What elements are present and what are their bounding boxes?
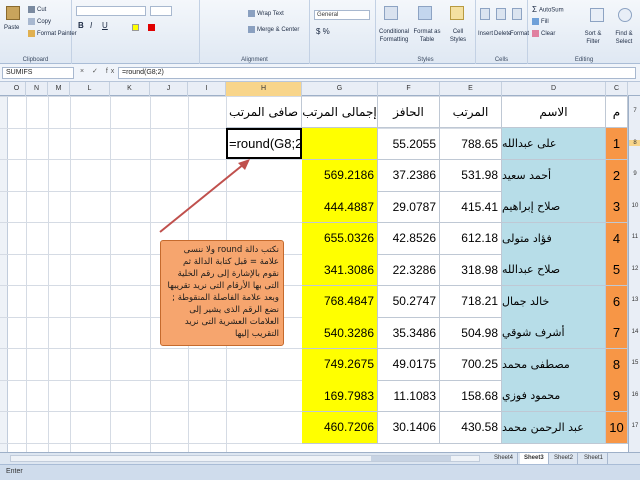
scroll-thumb[interactable] xyxy=(371,456,451,461)
sheet-tab[interactable]: Sheet4 xyxy=(490,453,519,464)
excel-window: Paste Cut Copy Format Painter Clipboard … xyxy=(0,0,640,480)
instruction-callout: نكتب دالة round ولا ننسى علامة = قبل كتا… xyxy=(160,240,284,346)
sheet-tab[interactable]: Sheet2 xyxy=(550,453,579,464)
status-mode: Enter xyxy=(6,468,23,475)
sheet-tab[interactable]: Sheet1 xyxy=(580,453,609,464)
status-bar: Enter xyxy=(0,464,640,480)
horizontal-scrollbar[interactable] xyxy=(10,455,480,462)
pointer-arrow xyxy=(159,159,250,233)
sheet-tab-active[interactable]: Sheet3 xyxy=(520,453,549,464)
